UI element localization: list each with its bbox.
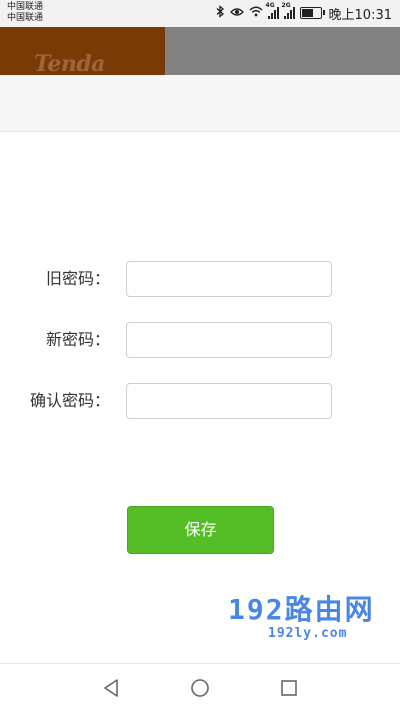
watermark-title: 192路由网	[228, 593, 375, 626]
sub-header	[0, 75, 400, 132]
save-button[interactable]: 保存	[127, 506, 274, 554]
carrier-1: 中国联通	[7, 2, 44, 12]
brand-logo-text: Tenda	[34, 51, 105, 77]
new-password-input[interactable]	[126, 322, 332, 358]
brand-logo: Tenda	[0, 27, 165, 77]
old-password-row: 旧密码：	[0, 261, 400, 297]
recent-apps-icon[interactable]	[277, 676, 301, 700]
signal-icon-sim2: 2G	[282, 2, 295, 19]
confirm-password-input[interactable]	[126, 383, 332, 419]
new-password-label: 新密码：	[45, 330, 110, 349]
confirm-password-label: 确认密码：	[29, 391, 110, 410]
signal-icon-sim1: 4G	[266, 2, 279, 19]
status-icons: 4G 2G 晚上10:31	[216, 2, 392, 23]
carrier-info: 中国联通 中国联通	[7, 2, 43, 24]
carrier-2: 中国联通	[7, 13, 44, 23]
watermark-url: 192ly.com	[268, 626, 348, 641]
navigation-bar	[0, 663, 400, 712]
bluetooth-icon	[216, 4, 225, 22]
header-background	[165, 27, 400, 75]
status-bar: 中国联通 中国联通 4G 2G 晚上10:31	[0, 0, 400, 27]
header-banner: Tenda	[0, 27, 400, 77]
old-password-label: 旧密码：	[45, 269, 110, 288]
new-password-row: 新密码：	[0, 322, 400, 358]
back-icon[interactable]	[99, 676, 123, 700]
wifi-icon	[249, 6, 263, 21]
home-icon[interactable]	[188, 676, 212, 700]
old-password-input[interactable]	[126, 261, 332, 297]
confirm-password-row: 确认密码：	[0, 383, 400, 419]
eye-icon	[229, 6, 244, 21]
battery-icon	[299, 7, 325, 19]
clock: 晚上10:31	[328, 7, 392, 23]
watermark: 192路由网 192ly.com	[228, 588, 393, 648]
